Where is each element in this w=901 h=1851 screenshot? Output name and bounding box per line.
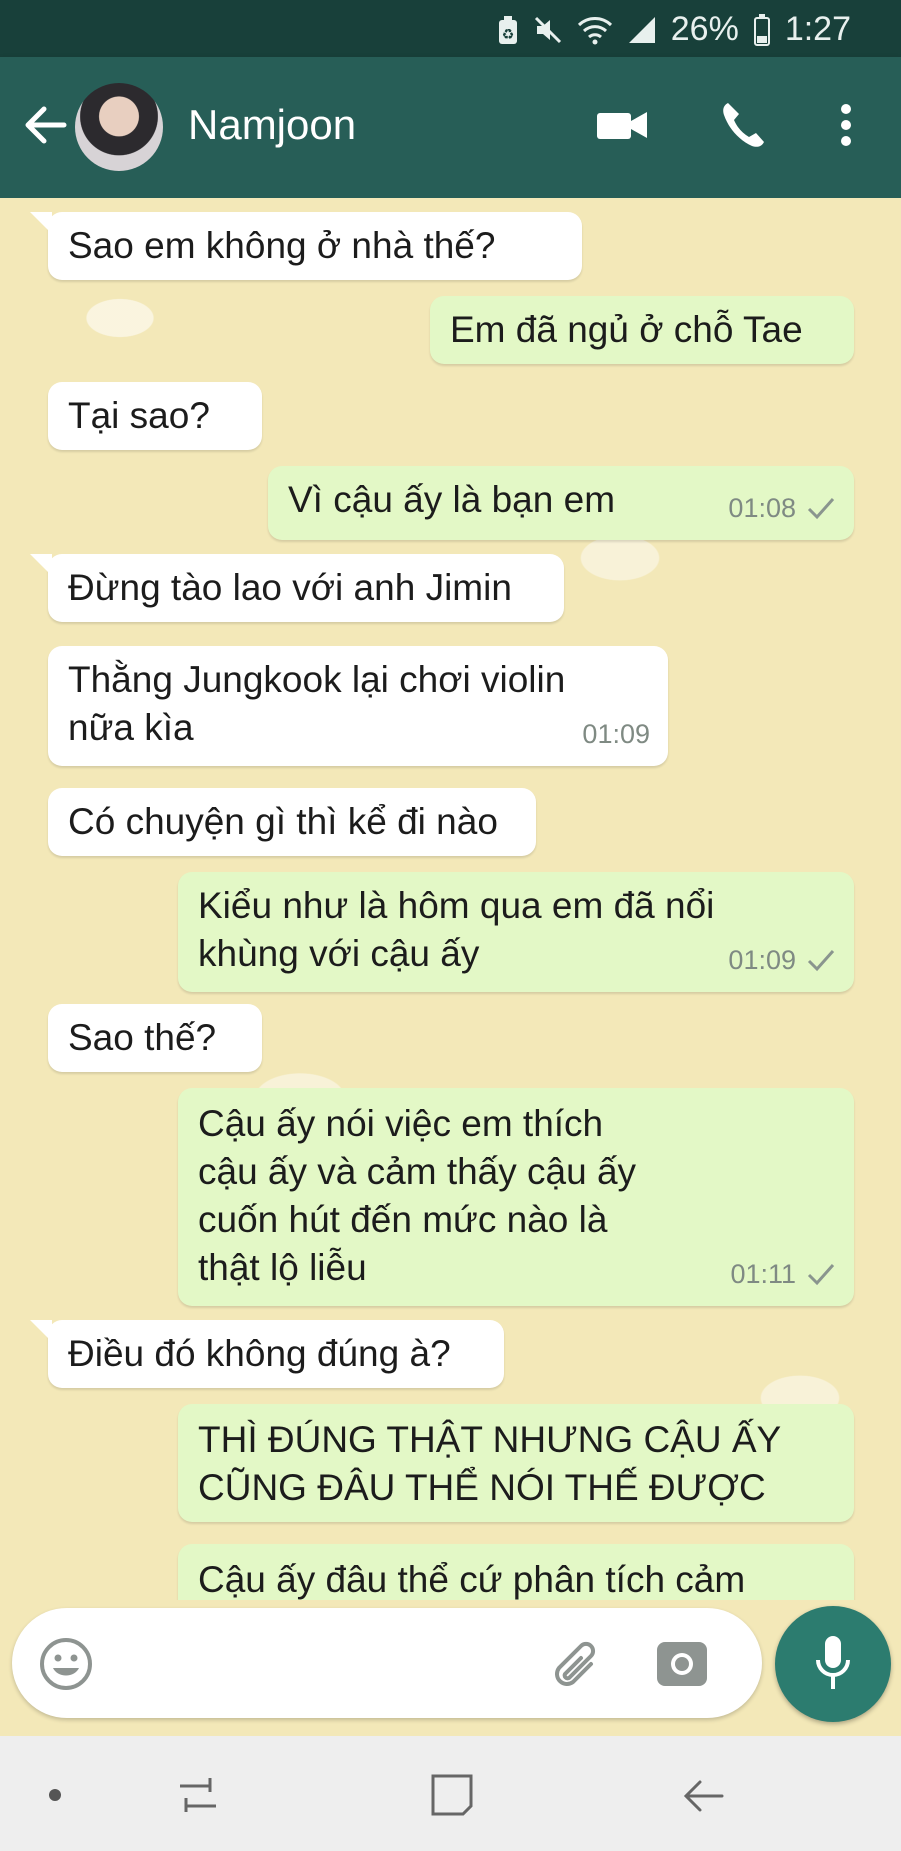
battery-percent: 26% xyxy=(670,10,739,48)
message-outgoing[interactable]: Em đã ngủ ở chỗ Tae xyxy=(430,296,854,364)
message-input[interactable] xyxy=(12,1608,762,1718)
message-incoming[interactable]: Tại sao? xyxy=(48,382,262,450)
recent-apps-icon[interactable] xyxy=(174,1772,222,1820)
message-outgoing[interactable]: Cậu ấy đâu thể cứ phân tích cảm xyxy=(178,1544,854,1600)
message-incoming[interactable]: Sao thế? xyxy=(48,1004,262,1072)
system-nav-bar xyxy=(0,1736,901,1851)
message-time: 01:11 xyxy=(730,1259,796,1289)
check-icon xyxy=(807,950,835,972)
message-meta: 01:09 xyxy=(728,936,836,984)
message-text: Sao em không ở nhà thế? xyxy=(68,225,496,266)
message-time: 01:09 xyxy=(582,719,650,749)
arrow-left-icon[interactable] xyxy=(18,97,74,153)
message-incoming[interactable]: Thằng Jungkook lại chơi violin nữa kìa 0… xyxy=(48,646,668,766)
dot-icon[interactable] xyxy=(48,1788,62,1802)
mute-icon xyxy=(534,16,561,43)
video-camera-icon[interactable] xyxy=(595,97,649,153)
mic-button[interactable] xyxy=(775,1606,891,1722)
message-text: THÌ ĐÚNG THẬT NHƯNG CẬU ẤY CŨNG ĐÂU THỂ … xyxy=(198,1419,782,1508)
message-text: Tại sao? xyxy=(68,395,210,436)
camera-icon[interactable] xyxy=(654,1636,710,1692)
back-nav-icon[interactable] xyxy=(680,1772,728,1820)
message-text: Có chuyện gì thì kể đi nào xyxy=(68,801,498,842)
data-saver-icon: ♻ xyxy=(498,15,517,44)
message-outgoing[interactable]: Vì cậu ấy là bạn em 01:08 xyxy=(268,466,854,540)
message-meta: 01:09 xyxy=(582,710,650,758)
message-incoming[interactable]: Sao em không ở nhà thế? xyxy=(30,212,582,280)
more-vert-icon[interactable] xyxy=(836,97,856,153)
message-text: Em đã ngủ ở chỗ Tae xyxy=(450,309,803,350)
phone-icon[interactable] xyxy=(718,97,768,153)
message-text: Điều đó không đúng à? xyxy=(68,1333,451,1374)
message-outgoing[interactable]: Kiểu như là hôm qua em đã nổi khùng với … xyxy=(178,872,854,992)
wifi-icon xyxy=(577,16,612,44)
message-incoming[interactable]: Điều đó không đúng à? xyxy=(30,1320,504,1388)
clock: 1:27 xyxy=(784,10,851,48)
message-meta: 01:08 xyxy=(728,484,836,532)
message-text: Sao thế? xyxy=(68,1017,217,1058)
message-meta: 01:11 xyxy=(730,1250,836,1298)
contact-name[interactable]: Namjoon xyxy=(188,101,356,149)
chat-header: Namjoon xyxy=(0,57,901,198)
status-bar: ♻ 26% 1:27 xyxy=(0,0,901,57)
message-time: 01:08 xyxy=(728,493,796,523)
message-text: Cậu ấy đâu thể cứ phân tích cảm xyxy=(198,1559,746,1600)
message-outgoing[interactable]: Cậu ấy nói việc em thích cậu ấy và cảm t… xyxy=(178,1088,854,1306)
emoji-icon[interactable] xyxy=(38,1636,94,1692)
svg-text:♻: ♻ xyxy=(501,27,514,43)
message-text: Đừng tào lao với anh Jimin xyxy=(68,567,512,608)
avatar[interactable] xyxy=(75,83,163,171)
message-outgoing[interactable]: THÌ ĐÚNG THẬT NHƯNG CẬU ẤY CŨNG ĐÂU THỂ … xyxy=(178,1404,854,1522)
battery-icon xyxy=(753,13,770,46)
paperclip-icon[interactable] xyxy=(547,1634,607,1694)
chat-area[interactable]: Sao em không ở nhà thế? Em đã ngủ ở chỗ … xyxy=(0,198,901,1600)
status-icons: ♻ 26% 1:27 xyxy=(497,10,851,49)
message-incoming[interactable]: Đừng tào lao với anh Jimin xyxy=(30,554,564,622)
message-time: 01:09 xyxy=(728,945,796,975)
mic-icon xyxy=(816,1636,850,1689)
check-icon xyxy=(807,1264,835,1286)
message-text: Thằng Jungkook lại chơi violin nữa kìa xyxy=(68,659,566,748)
home-icon[interactable] xyxy=(427,1770,477,1820)
signal-icon xyxy=(628,16,655,43)
message-incoming[interactable]: Có chuyện gì thì kể đi nào xyxy=(48,788,536,856)
check-icon xyxy=(807,498,835,520)
